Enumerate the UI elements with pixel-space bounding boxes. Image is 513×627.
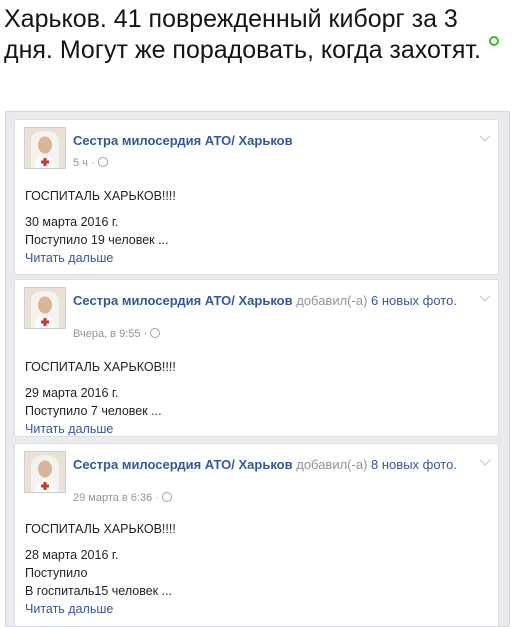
chevron-down-icon[interactable]: [479, 290, 491, 302]
post-title: ГОСПИТАЛЬ ХАРЬКОВ!!!!: [25, 189, 176, 203]
avatar[interactable]: [24, 451, 66, 493]
read-more-link[interactable]: Читать дальше: [25, 600, 176, 618]
online-status-icon: [489, 36, 499, 46]
timestamp-text[interactable]: 5 ч ·: [73, 157, 95, 169]
post-card: Сестра милосердия АТО/ Харьков добавил(-…: [14, 279, 499, 437]
post-date: 28 марта 2016 г.: [25, 548, 119, 562]
post-timestamp[interactable]: Вчера, в 9:55 ·: [73, 327, 161, 341]
post-title: ГОСПИТАЛЬ ХАРЬКОВ!!!!: [25, 360, 176, 374]
post-header: Сестра милосердия АТО/ Харьков добавил(-…: [73, 292, 463, 310]
globe-icon: [150, 328, 161, 338]
new-photos-link[interactable]: 8 новых фото.: [371, 457, 457, 472]
avatar[interactable]: [24, 127, 66, 169]
post-line: Поступило 19 человек ...: [25, 233, 169, 247]
post-body: ГОСПИТАЛЬ ХАРЬКОВ!!!! 28 марта 2016 г. П…: [25, 520, 176, 618]
globe-icon: [97, 157, 108, 167]
avatar[interactable]: [24, 287, 66, 329]
post-body: ГОСПИТАЛЬ ХАРЬКОВ!!!! 30 марта 2016 г. П…: [25, 187, 176, 267]
post-line: Поступило: [25, 566, 88, 580]
headline-text: Харьков. 41 поврежденный киборг за 3 дня…: [4, 5, 481, 64]
chevron-down-icon[interactable]: [479, 130, 491, 142]
action-text: добавил(-а): [296, 457, 368, 472]
chevron-down-icon[interactable]: [479, 454, 491, 466]
read-more-link[interactable]: Читать дальше: [25, 420, 176, 438]
post-line: В госпиталь15 человек ...: [25, 584, 173, 598]
post-date: 29 марта 2016 г.: [25, 386, 119, 400]
timestamp-text[interactable]: 29 марта в 6:36 ·: [73, 492, 159, 504]
post-body: ГОСПИТАЛЬ ХАРЬКОВ!!!! 29 марта 2016 г. П…: [25, 358, 176, 438]
action-text: добавил(-а): [296, 293, 368, 308]
post-card: Сестра милосердия АТО/ Харьков 5 ч · ГОС…: [14, 119, 499, 275]
timestamp-text[interactable]: Вчера, в 9:55 ·: [73, 328, 147, 340]
post-card: Сестра милосердия АТО/ Харьков добавил(-…: [14, 443, 499, 626]
author-name-link[interactable]: Сестра милосердия АТО/ Харьков: [73, 133, 293, 148]
post-timestamp[interactable]: 29 марта в 6:36 ·: [73, 491, 172, 505]
post-header: Сестра милосердия АТО/ Харьков добавил(-…: [73, 456, 463, 474]
post-date: 30 марта 2016 г.: [25, 215, 119, 229]
post-header: Сестра милосердия АТО/ Харьков: [73, 132, 463, 150]
facebook-feed-embed: Сестра милосердия АТО/ Харьков 5 ч · ГОС…: [5, 111, 510, 627]
author-name-link[interactable]: Сестра милосердия АТО/ Харьков: [73, 293, 293, 308]
new-photos-link[interactable]: 6 новых фото.: [371, 293, 457, 308]
author-name-link[interactable]: Сестра милосердия АТО/ Харьков: [73, 457, 293, 472]
headline: Харьков. 41 поврежденный киборг за 3 дня…: [4, 4, 509, 66]
post-timestamp[interactable]: 5 ч ·: [73, 156, 108, 170]
post-title: ГОСПИТАЛЬ ХАРЬКОВ!!!!: [25, 522, 176, 536]
read-more-link[interactable]: Читать дальше: [25, 249, 176, 267]
post-line: Поступило 7 человек ...: [25, 404, 162, 418]
globe-icon: [161, 492, 172, 502]
